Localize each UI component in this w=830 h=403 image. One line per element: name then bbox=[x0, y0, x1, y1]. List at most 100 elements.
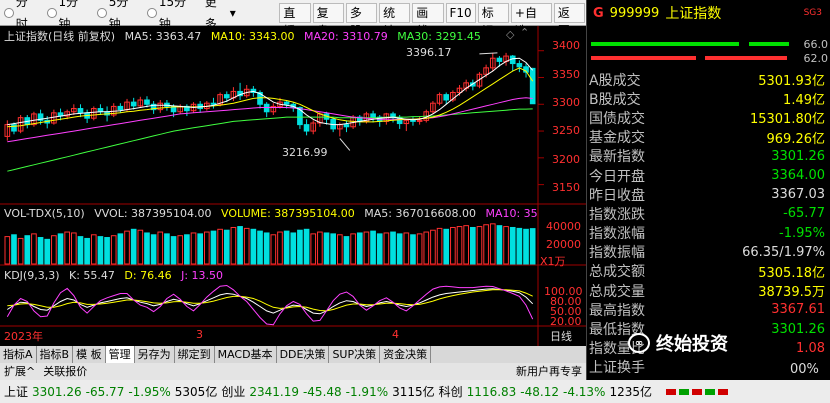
volume-bar bbox=[283, 230, 290, 265]
draw-line-button[interactable]: 画线 bbox=[412, 2, 444, 38]
volume-value-legend: VOLUME: 387395104.00 bbox=[221, 207, 355, 220]
status-item: 5305亿 bbox=[174, 385, 218, 399]
chart-canvas[interactable] bbox=[0, 26, 586, 346]
back-button[interactable]: 返回 bbox=[553, 2, 586, 38]
ma20-line bbox=[7, 97, 533, 143]
price-tick: 3300 bbox=[552, 96, 580, 109]
quote-row: 昨日收盘 3367.03 bbox=[587, 185, 830, 204]
volume-bar bbox=[37, 237, 44, 265]
volume-bar bbox=[503, 226, 509, 265]
index-name: 上证指数 bbox=[665, 6, 722, 22]
live-button[interactable]: 直播 bbox=[279, 2, 311, 38]
settings-icon[interactable]: ◇ bbox=[506, 28, 514, 41]
volume-bar bbox=[396, 233, 403, 265]
review-button[interactable]: 复盘 bbox=[312, 2, 344, 38]
vol-unit: X1万 bbox=[540, 255, 566, 268]
add-watchlist-button[interactable]: +自选 bbox=[510, 2, 552, 38]
tab-indicator-a[interactable]: 指标A bbox=[0, 346, 37, 363]
volume-bar bbox=[270, 234, 277, 265]
volume-bar bbox=[350, 233, 356, 265]
quote-row: 指数涨幅 -1.95% bbox=[587, 224, 830, 243]
quote-row: 国债成交 15301.80亿 bbox=[587, 108, 830, 128]
ma10-legend: MA10: 3343.00 bbox=[210, 30, 295, 43]
volume-bar bbox=[17, 237, 24, 265]
kdj-j-line bbox=[6, 284, 534, 326]
kline-chart[interactable]: 上证指数(日线 前复权) MA5: 3363.47 MA10: 3343.00 … bbox=[0, 26, 586, 346]
quote-row-label: 指数涨跌 bbox=[589, 206, 645, 223]
date-month-3: 3 bbox=[196, 328, 203, 341]
status-item: 1235亿 bbox=[609, 385, 652, 399]
period-more[interactable]: 更多 ▾ bbox=[201, 0, 240, 31]
kdj-tick: 20.00 bbox=[550, 315, 582, 328]
price-tick: 3350 bbox=[552, 68, 580, 81]
chevron-up-icon[interactable]: ⌃ bbox=[520, 26, 529, 39]
tab-extend[interactable]: 扩展^ bbox=[0, 363, 39, 380]
volume-bar bbox=[117, 233, 124, 265]
tab-bind[interactable]: 绑定到 bbox=[175, 346, 215, 363]
volume-bar bbox=[310, 233, 317, 265]
ma20-legend: MA20: 3310.79 bbox=[304, 30, 388, 43]
statistics-button[interactable]: 统计 bbox=[379, 2, 411, 38]
sg3-icon[interactable]: SG3 bbox=[804, 8, 822, 18]
mark-button[interactable]: 标记 bbox=[477, 2, 509, 38]
status-item: -1.91% bbox=[345, 384, 389, 399]
volume-bar bbox=[217, 228, 223, 265]
volume-bar bbox=[529, 228, 536, 265]
quote-row-label: 今日开盘 bbox=[589, 168, 645, 185]
quote-row-value: 38739.5万 bbox=[758, 285, 825, 301]
period-intraday[interactable]: 分时 bbox=[0, 0, 43, 31]
quote-row-value: 3301.26 bbox=[771, 148, 825, 164]
tab-macd[interactable]: MACD基本 bbox=[215, 346, 277, 363]
volume-bar bbox=[436, 227, 443, 265]
quote-row: 指数涨跌 -65.77 bbox=[587, 204, 830, 223]
status-item: 3115亿 bbox=[392, 385, 435, 399]
quote-row-label: 基金成交 bbox=[589, 130, 645, 147]
volume-bar bbox=[489, 223, 496, 265]
volume-bar bbox=[150, 234, 157, 265]
status-item: 2341.19 bbox=[249, 384, 299, 399]
volume-bar bbox=[124, 230, 130, 265]
multi-stock-button[interactable]: 多股 bbox=[345, 2, 378, 38]
chart-title: 上证指数(日线 前复权) bbox=[4, 30, 116, 43]
tab-save-as[interactable]: 另存为 bbox=[135, 346, 175, 363]
period-5min[interactable]: 5分钟 bbox=[93, 0, 143, 31]
volume-bar bbox=[137, 229, 144, 265]
quote-row: A股成交 5301.93亿 bbox=[587, 70, 830, 90]
quote-row: 总成交量 38739.5万 bbox=[587, 281, 830, 301]
candle-body bbox=[97, 108, 104, 113]
price-tick: 3250 bbox=[552, 124, 580, 137]
quote-row-value: 66.35/1.97% bbox=[742, 244, 825, 260]
extension-tabs: 扩展^ 关联报价 新用户再专享 bbox=[0, 363, 586, 380]
quote-row-label: 国债成交 bbox=[589, 110, 645, 127]
volume-bar bbox=[483, 224, 489, 265]
volume-bar bbox=[496, 225, 503, 265]
tab-related-quotes[interactable]: 关联报价 bbox=[39, 363, 91, 380]
period-15min[interactable]: 15分钟 bbox=[143, 0, 201, 31]
tab-indicator-b[interactable]: 指标B bbox=[37, 346, 74, 363]
quote-row-value: 3367.03 bbox=[771, 187, 825, 203]
up-bar-2 bbox=[749, 42, 789, 46]
quote-row-label: 指数振幅 bbox=[589, 245, 645, 262]
quote-row: 最高指数 3367.61 bbox=[587, 300, 830, 319]
kdj-title: KDJ(9,3,3) bbox=[4, 269, 60, 282]
quote-row-value: 1.08 bbox=[796, 340, 825, 356]
volume-bar bbox=[31, 233, 37, 265]
turnover-tail: 00% bbox=[790, 362, 819, 377]
quote-row-label: 上证换手 bbox=[589, 360, 645, 377]
tab-dde[interactable]: DDE决策 bbox=[277, 346, 330, 363]
period-1min[interactable]: 1分钟 bbox=[43, 0, 93, 31]
tab-sup[interactable]: SUP决策 bbox=[329, 346, 381, 363]
volume-bar bbox=[410, 234, 416, 265]
tab-template[interactable]: 模 板 bbox=[73, 346, 106, 363]
status-item: 1116.83 bbox=[466, 384, 517, 399]
quote-row-value: 3301.26 bbox=[771, 321, 825, 337]
f10-button[interactable]: F10 bbox=[445, 2, 476, 23]
volume-bar bbox=[90, 234, 97, 265]
new-user-promo-link[interactable]: 新用户再专享 bbox=[512, 363, 586, 380]
volume-bar bbox=[390, 231, 396, 265]
quote-row-label: A股成交 bbox=[589, 72, 641, 89]
tab-manage[interactable]: 管理 bbox=[105, 346, 135, 363]
k-legend: K: 55.47 bbox=[69, 269, 115, 282]
tab-fund[interactable]: 资金决策 bbox=[380, 346, 432, 363]
volume-bar bbox=[263, 232, 270, 265]
